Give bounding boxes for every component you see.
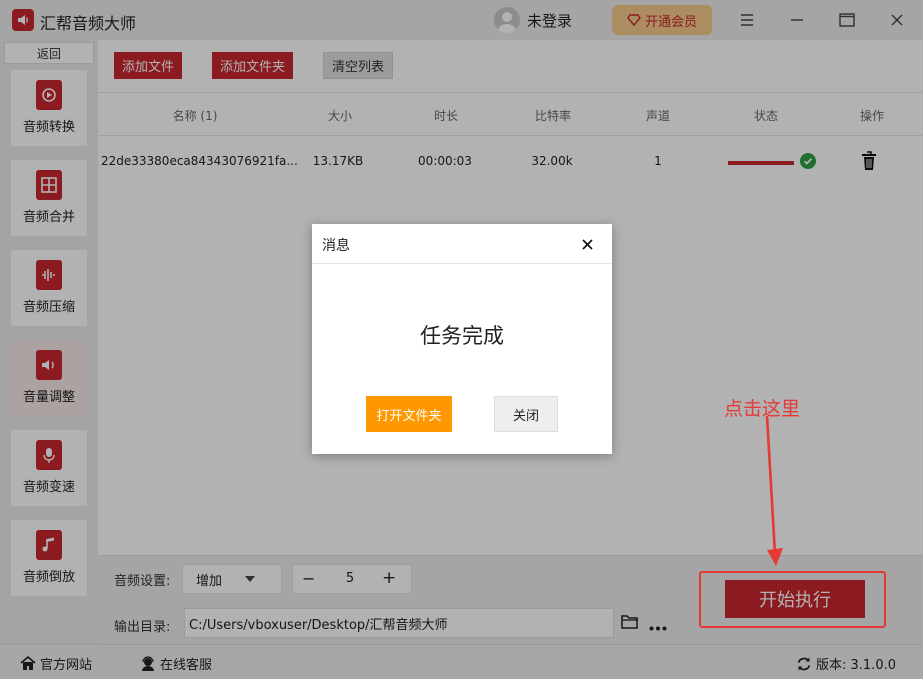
- close-dialog-button[interactable]: 关闭: [494, 396, 558, 432]
- close-icon[interactable]: [577, 234, 597, 254]
- annotation-highlight-box: [699, 571, 886, 628]
- message-dialog: 消息 任务完成 打开文件夹 关闭: [312, 224, 612, 454]
- dialog-header: 消息: [312, 224, 612, 264]
- dialog-title: 消息: [322, 238, 350, 254]
- open-folder-button[interactable]: 打开文件夹: [366, 396, 452, 432]
- dialog-message: 任务完成: [420, 324, 504, 348]
- annotation-arrow-icon: [765, 415, 783, 566]
